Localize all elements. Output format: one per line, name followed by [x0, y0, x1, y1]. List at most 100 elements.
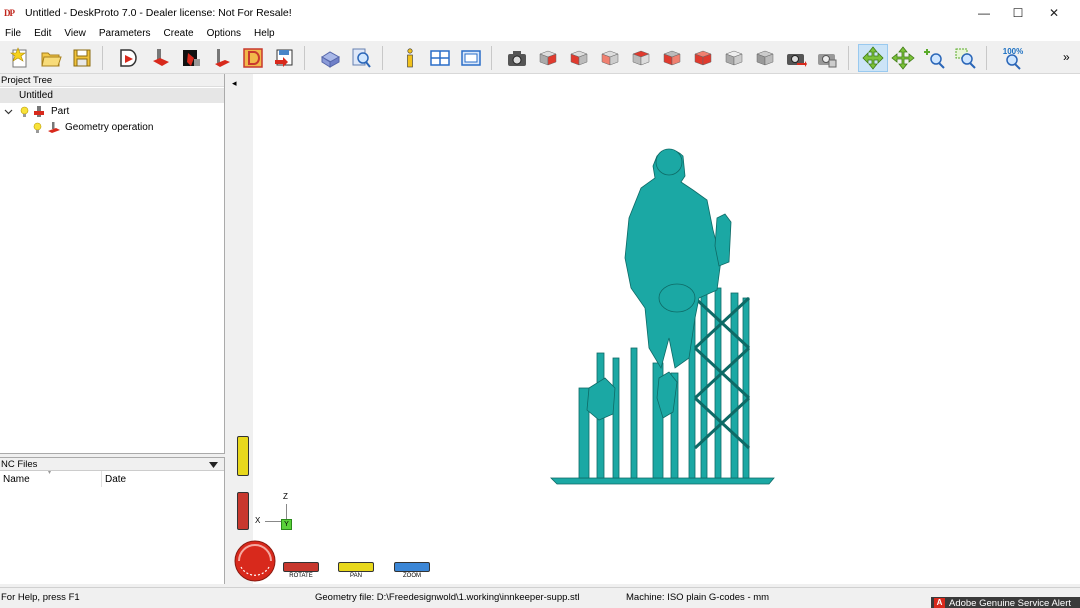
menu-file[interactable]: File — [5, 28, 21, 39]
cube-bottom-icon — [694, 50, 712, 66]
close-button[interactable]: ✕ — [1036, 0, 1072, 25]
view-bottom-button[interactable] — [690, 45, 716, 71]
minimize-button[interactable]: — — [966, 0, 1002, 25]
column-header-date[interactable]: Date — [105, 474, 126, 485]
rotate-control[interactable]: ROTATE — [283, 562, 319, 579]
rotate-label: ROTATE — [289, 573, 313, 579]
collapse-panel-button[interactable]: ◂ — [232, 78, 237, 89]
vector-operation-icon — [215, 49, 230, 67]
status-machine: Machine: ISO plain G-codes - mm — [626, 592, 770, 603]
viewport-side-strip: ◂ — [229, 74, 253, 584]
window-title: Untitled - DeskProto 7.0 - Dealer licens… — [25, 6, 292, 19]
menu-help[interactable]: Help — [254, 28, 275, 39]
preview-magnifier-icon — [352, 48, 371, 68]
redraw-button[interactable] — [814, 45, 840, 71]
axis-label-x: X — [255, 516, 261, 525]
layout-button[interactable] — [427, 45, 453, 71]
view-back-button[interactable] — [566, 45, 592, 71]
title-bar: DP Untitled - DeskProto 7.0 - Dealer lic… — [0, 0, 1080, 25]
zoom-window-icon — [955, 48, 976, 69]
preview-button[interactable] — [348, 45, 374, 71]
vector-operation-button[interactable] — [209, 45, 235, 71]
view-right-button[interactable] — [628, 45, 654, 71]
rotate-arrows-icon — [862, 46, 884, 70]
rotate-dial-vertical[interactable] — [237, 492, 249, 530]
zoom-window-button[interactable] — [952, 45, 978, 71]
pan-slider[interactable] — [338, 562, 374, 572]
rotate-slider[interactable] — [283, 562, 319, 572]
toolbar-overflow-button[interactable]: » — [1063, 50, 1070, 64]
zoom-slider[interactable] — [394, 562, 430, 572]
write-nc-button[interactable] — [271, 45, 297, 71]
lightbulb-icon[interactable] — [33, 122, 42, 134]
pan-control[interactable]: PAN — [338, 562, 374, 579]
toolbar-separator — [848, 46, 849, 70]
zoom-control[interactable]: ZOOM — [394, 562, 430, 579]
3d-viewport[interactable]: ◂ Z X Y ROTATE PAN ZOOM — [229, 74, 1080, 584]
nc-files-column-headers: Name ▾ Date — [0, 470, 224, 487]
nc-files-panel: NC Files Name ▾ Date — [0, 457, 225, 584]
information-button[interactable] — [396, 45, 422, 71]
view-top-button[interactable] — [659, 45, 685, 71]
column-divider[interactable] — [101, 471, 102, 487]
view-iso-button[interactable] — [721, 45, 747, 71]
tree-item-untitled[interactable]: Untitled — [0, 88, 224, 103]
pan-arrows-icon — [891, 46, 915, 70]
operation-parameters-button[interactable] — [178, 45, 204, 71]
pan-label: PAN — [350, 573, 362, 579]
menu-view[interactable]: View — [64, 28, 86, 39]
view-custom-button[interactable] — [752, 45, 778, 71]
column-header-name[interactable]: Name — [3, 474, 30, 485]
application-window: DP Untitled - DeskProto 7.0 - Dealer lic… — [0, 0, 1080, 608]
menu-edit[interactable]: Edit — [34, 28, 51, 39]
toolbar: 100% » — [0, 41, 1080, 74]
open-file-button[interactable] — [38, 45, 64, 71]
pan-view-button[interactable] — [890, 45, 916, 71]
lightbulb-icon[interactable] — [20, 106, 29, 118]
part-parameters-button[interactable] — [147, 45, 173, 71]
simulation-icon — [321, 51, 340, 68]
tree-operation-label: Geometry operation — [65, 122, 154, 133]
cube-left-icon — [601, 50, 619, 66]
adobe-alert-taskbar-item[interactable]: A Adobe Genuine Service Alert — [931, 597, 1080, 608]
information-icon — [407, 48, 413, 68]
tree-root-label: Untitled — [19, 90, 53, 101]
rotate-wheel-icon[interactable] — [233, 539, 277, 583]
zoom-in-button[interactable] — [921, 45, 947, 71]
pan-dial-vertical[interactable] — [237, 436, 249, 476]
new-file-button[interactable] — [7, 45, 33, 71]
import-geometry-button[interactable] — [115, 45, 141, 71]
geometry-operation-icon — [48, 121, 60, 133]
menu-create[interactable]: Create — [164, 28, 194, 39]
menu-options[interactable]: Options — [207, 28, 241, 39]
layout-grid-icon — [430, 50, 450, 66]
tree-item-part[interactable]: Part — [4, 104, 69, 119]
chevron-down-icon[interactable] — [4, 107, 13, 116]
properties-button[interactable] — [458, 45, 484, 71]
maximize-button[interactable]: ☐ — [1000, 0, 1036, 25]
cube-right-icon — [632, 50, 650, 66]
rotate-view-button[interactable] — [858, 44, 888, 72]
zoom-in-icon — [924, 49, 945, 69]
menu-parameters[interactable]: Parameters — [99, 28, 151, 39]
view-front-button[interactable] — [535, 45, 561, 71]
save-file-button[interactable] — [69, 45, 95, 71]
simulation-button[interactable] — [317, 45, 343, 71]
camera-icon — [508, 51, 526, 66]
cube-iso-icon — [725, 50, 743, 66]
toolbar-separator — [491, 46, 492, 70]
screenshot-button[interactable] — [504, 45, 530, 71]
render-mode-button[interactable] — [783, 45, 809, 71]
app-logo: DP — [4, 7, 15, 18]
cube-top-icon — [663, 50, 681, 66]
toolbar-separator — [986, 46, 987, 70]
bitmap-operation-button[interactable] — [240, 45, 266, 71]
status-bar: For Help, press F1 Geometry file: D:\Fre… — [0, 587, 1080, 608]
zoom-100-button[interactable]: 100% — [1000, 45, 1026, 71]
nc-files-header: NC Files — [0, 458, 224, 471]
view-left-button[interactable] — [597, 45, 623, 71]
tree-item-geometry-operation[interactable]: Geometry operation — [33, 120, 153, 135]
menu-bar: File Edit View Parameters Create Options… — [0, 25, 1080, 41]
stl-model-figure[interactable] — [549, 148, 779, 488]
dropdown-arrow-icon[interactable] — [209, 462, 218, 468]
